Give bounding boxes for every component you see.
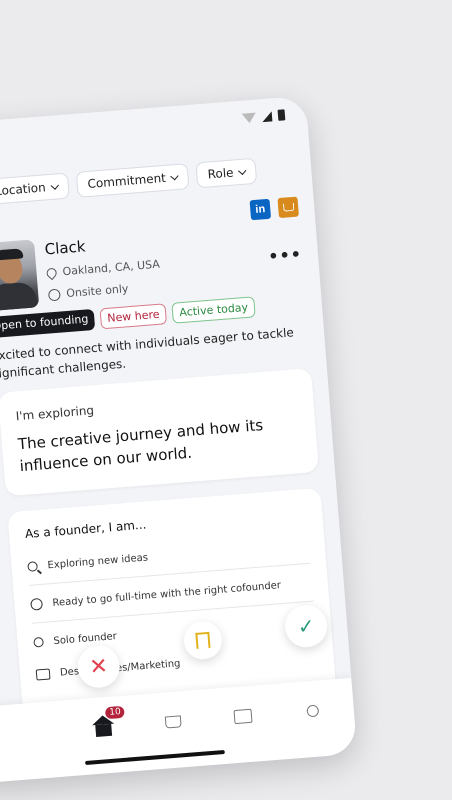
filter-bar: Location Commitment Role [0,157,258,206]
tab-home[interactable]: 10 [88,705,126,740]
badge-active-today: Active today [171,296,256,324]
linkedin-label: in [254,203,266,216]
chat-icon [233,708,253,725]
badge-new-here: New here [99,303,168,330]
phone-frame: Location Commitment Role in Clack Oaklan… [0,95,358,785]
more-options-button[interactable]: ••• [268,244,303,266]
profile-header: Clack Oakland, CA, USA Onsite only ••• [0,219,303,312]
exploring-text: The creative journey and how its influen… [17,416,264,476]
globe-icon [47,288,61,301]
list-item-label: Solo founder [53,630,118,647]
filter-location-label: Location [0,180,47,199]
chevron-down-icon [170,171,179,180]
linkedin-icon[interactable]: in [249,198,272,221]
battery-icon [277,109,286,121]
filter-location[interactable]: Location [0,172,70,206]
wifi-icon [241,112,257,124]
social-links: in [249,196,299,221]
tab-coffee[interactable] [157,709,189,735]
chevron-down-icon [50,180,59,190]
search-icon [27,561,38,572]
filter-commitment[interactable]: Commitment [75,163,190,198]
bookmark-icon [195,631,211,649]
location-pin-icon [44,265,59,280]
profile-work-mode-text: Onsite only [65,282,129,300]
coffee-cup-icon [164,715,182,729]
badge-open-to-founding: Open to founding [0,308,96,339]
founder-header: As a founder, I am... [24,517,147,541]
profile-name: Clack [44,237,87,259]
filter-commitment-label: Commitment [86,170,167,191]
home-indicator [85,750,225,765]
list-item-label: Ready to go full-time with the right cof… [52,579,282,609]
status-bar [241,109,286,124]
avatar [0,239,40,312]
folder-icon [35,667,51,681]
exploring-label: I'm exploring [15,403,95,424]
signal-icon [261,110,273,122]
home-icon [95,723,113,738]
tab-profile[interactable] [297,698,329,724]
timer-icon [30,597,44,611]
filter-role-label: Role [207,165,235,182]
person-icon [33,636,44,648]
tab-messages[interactable] [227,703,259,729]
profile-location-text: Oakland, CA, USA [62,257,161,279]
filter-role[interactable]: Role [195,157,258,189]
chevron-down-icon [238,166,247,175]
list-item-label: Exploring new ideas [47,551,149,571]
exploring-card: I'm exploring The creative journey and h… [0,368,320,497]
profile-location: Oakland, CA, USA [44,257,161,280]
user-icon [306,704,320,718]
notification-badge: 10 [104,705,126,720]
coffee-cup-icon[interactable] [277,196,299,219]
profile-work-mode: Onsite only [47,282,129,301]
